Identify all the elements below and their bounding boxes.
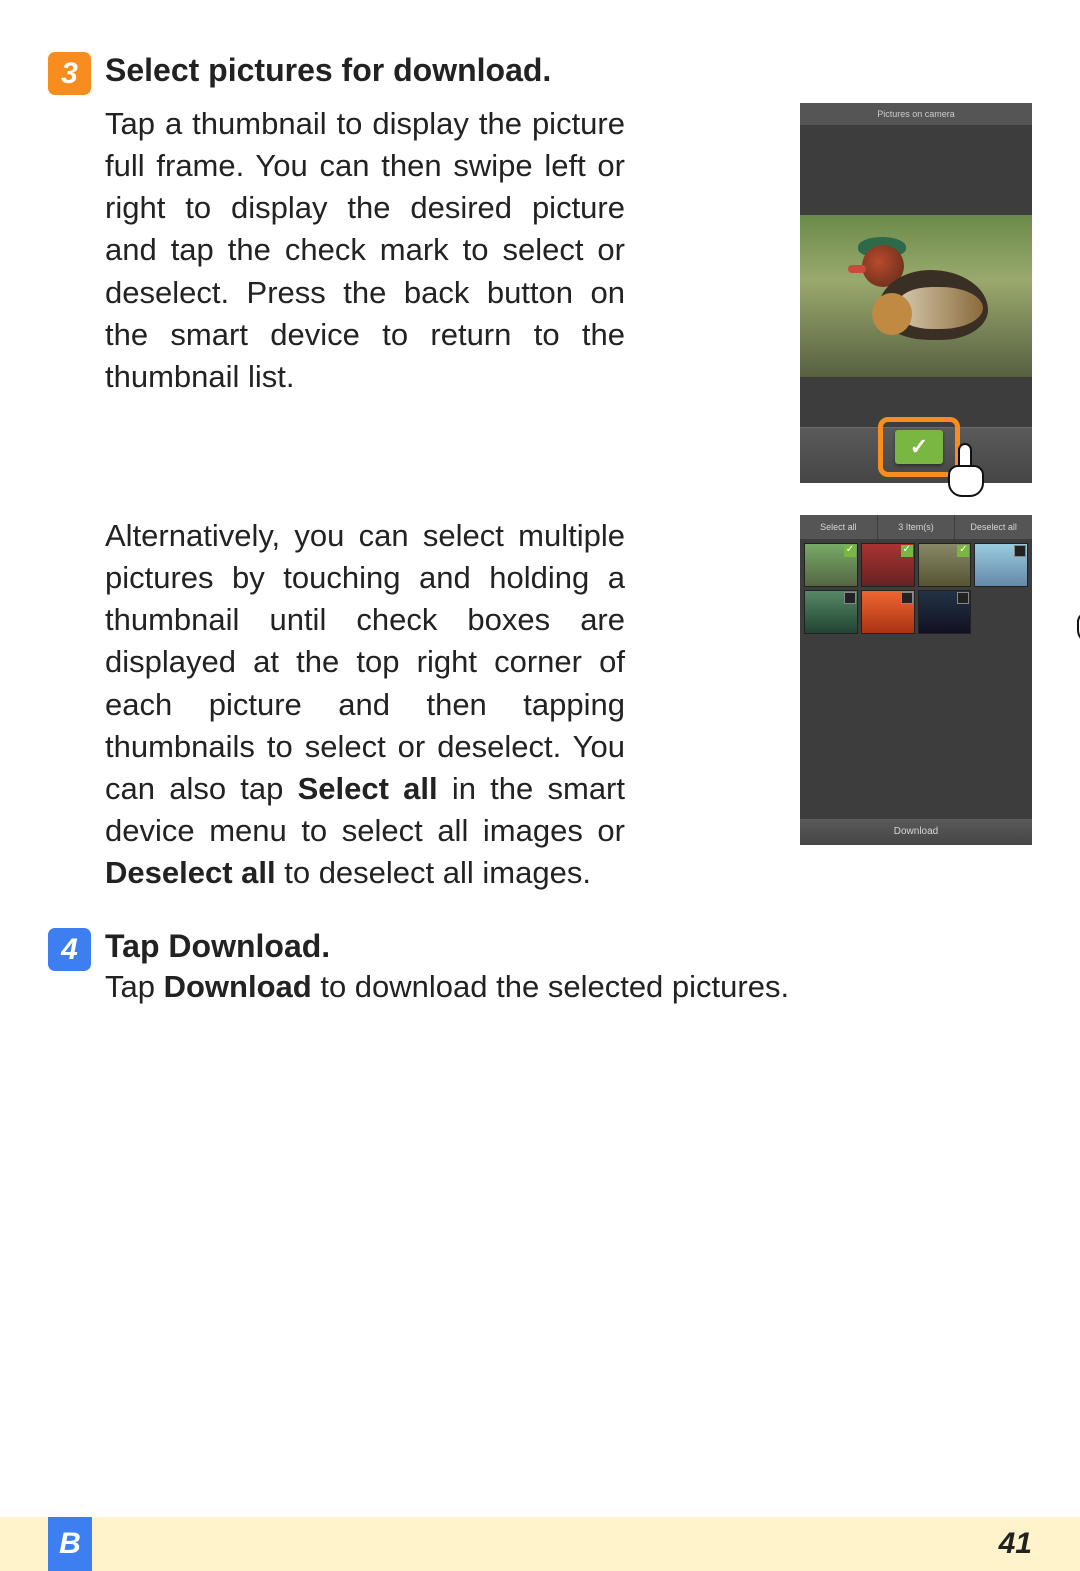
- step-3-para-2: Alternatively, you can select multiple p…: [105, 515, 625, 894]
- step-4-header: 4 Tap Download. Tap Download to download…: [48, 926, 1032, 1008]
- thumbnail[interactable]: [804, 543, 858, 587]
- download-button[interactable]: Download: [800, 819, 1032, 845]
- thumbnail[interactable]: [804, 590, 858, 634]
- step-3-title: Select pictures for download.: [105, 50, 551, 90]
- thumbnail-checkbox[interactable]: [901, 545, 913, 557]
- select-checkmark-button[interactable]: ✓: [895, 430, 943, 464]
- phone1-top-area: [800, 125, 1032, 215]
- select-all-button[interactable]: Select all: [800, 515, 878, 539]
- step-4-body: Tap Download to download the selected pi…: [105, 966, 789, 1008]
- page-number: 41: [999, 1517, 1032, 1571]
- manual-page: 3 Select pictures for download. Tap a th…: [0, 0, 1080, 1571]
- thumbnail-checkbox[interactable]: [1014, 545, 1026, 557]
- phone-screen-fullframe: Pictures on camera ✓: [800, 103, 1032, 483]
- figure-thumbnail-grid: Select all 3 Item(s) Deselect all Downlo…: [800, 515, 1032, 845]
- thumbnail-checkbox[interactable]: [957, 545, 969, 557]
- thumbnail[interactable]: [918, 590, 972, 634]
- step-3-header: 3 Select pictures for download.: [48, 50, 1032, 95]
- phone1-toolbar: ✓: [800, 427, 1032, 483]
- step-3-row-1: Tap a thumbnail to display the picture f…: [48, 103, 1032, 483]
- thumbnail[interactable]: [861, 590, 915, 634]
- phone2-top-menu: Select all 3 Item(s) Deselect all: [800, 515, 1032, 539]
- page-footer: B 41: [0, 1517, 1080, 1571]
- thumbnail-checkbox[interactable]: [844, 592, 856, 604]
- section-tab: B: [48, 1517, 92, 1571]
- thumbnail-checkbox[interactable]: [844, 545, 856, 557]
- phone1-title-bar: Pictures on camera: [800, 103, 1032, 125]
- tap-hand-icon: [1069, 590, 1080, 648]
- step-4-badge: 4: [48, 928, 91, 971]
- figure-fullframe: Pictures on camera ✓: [800, 103, 1032, 483]
- thumbnail-grid: [800, 539, 1032, 638]
- thumbnail-checkbox[interactable]: [957, 592, 969, 604]
- tap-hand-icon: [940, 443, 986, 501]
- phone1-full-image[interactable]: [800, 215, 1032, 377]
- deselect-all-button[interactable]: Deselect all: [955, 515, 1032, 539]
- thumbnail[interactable]: [861, 543, 915, 587]
- phone-screen-grid: Select all 3 Item(s) Deselect all Downlo…: [800, 515, 1032, 845]
- thumbnail[interactable]: [918, 543, 972, 587]
- step-3-row-2: Alternatively, you can select multiple p…: [48, 515, 1032, 894]
- thumbnail-checkbox[interactable]: [901, 592, 913, 604]
- step-3-para-1: Tap a thumbnail to display the picture f…: [105, 103, 625, 398]
- step-3-badge: 3: [48, 52, 91, 95]
- step-4-title: Tap Download.: [105, 926, 789, 966]
- selection-count: 3 Item(s): [878, 515, 956, 539]
- thumbnail[interactable]: [974, 543, 1028, 587]
